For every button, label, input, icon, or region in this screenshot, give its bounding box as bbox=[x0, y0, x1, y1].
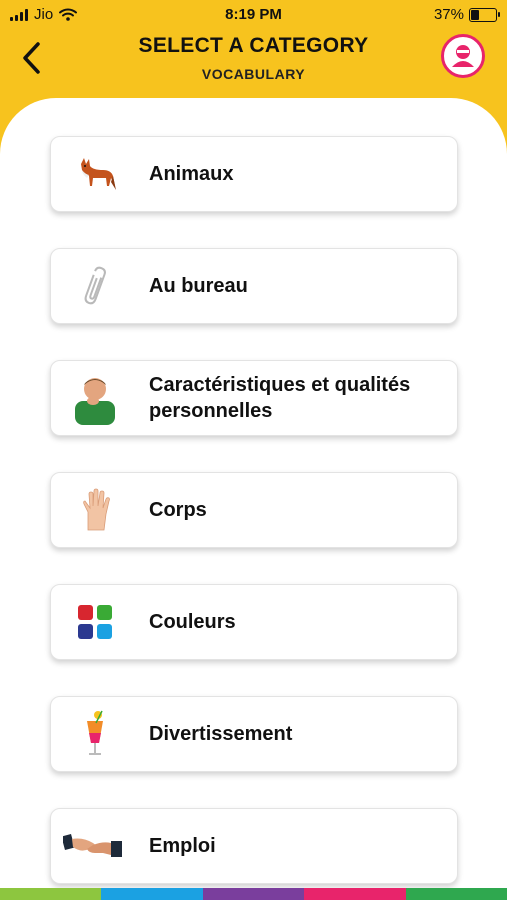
bottom-color-strip bbox=[0, 888, 507, 900]
strip-segment bbox=[0, 888, 102, 900]
status-right: 37% bbox=[433, 6, 500, 23]
category-card-emploi[interactable]: Emploi bbox=[50, 808, 458, 884]
category-label: Couleurs bbox=[149, 611, 236, 633]
category-label: Corps bbox=[149, 499, 207, 521]
paperclip-icon bbox=[71, 263, 119, 309]
strip-segment bbox=[405, 888, 507, 900]
thinking-man-icon bbox=[71, 375, 119, 425]
user-icon bbox=[452, 45, 474, 67]
page-title: SELECT A CATEGORY bbox=[138, 34, 369, 57]
category-label: Animaux bbox=[149, 163, 234, 185]
category-list: Animaux Au bureau Caractéristiques et qu… bbox=[50, 136, 458, 888]
category-label: Caractéristiques et qualités personnelle… bbox=[149, 374, 411, 422]
strip-segment bbox=[304, 888, 406, 900]
category-panel: Animaux Au bureau Caractéristiques et qu… bbox=[0, 98, 507, 888]
color-squares-icon bbox=[71, 599, 119, 645]
category-label: Au bureau bbox=[149, 275, 248, 297]
page-subtitle: VOCABULARY bbox=[201, 66, 306, 82]
category-label: Emploi bbox=[149, 835, 216, 857]
category-card-divertissement[interactable]: Divertissement bbox=[50, 696, 458, 772]
strip-segment bbox=[202, 888, 305, 900]
fox-icon bbox=[71, 151, 119, 197]
battery-percent: 37% bbox=[433, 6, 464, 23]
category-card-couleurs[interactable]: Couleurs bbox=[50, 584, 458, 660]
cocktail-icon bbox=[71, 710, 119, 757]
profile-button[interactable] bbox=[441, 34, 485, 78]
handshake-icon bbox=[63, 823, 123, 869]
category-card-corps[interactable]: Corps bbox=[50, 472, 458, 548]
category-card-animaux[interactable]: Animaux bbox=[50, 136, 458, 212]
header: SELECT A CATEGORY VOCABULARY bbox=[0, 28, 507, 88]
category-card-caracteristiques[interactable]: Caractéristiques et qualités personnelle… bbox=[50, 360, 458, 436]
category-card-au-bureau[interactable]: Au bureau bbox=[50, 248, 458, 324]
status-time: 8:19 PM bbox=[225, 6, 282, 23]
strip-segment bbox=[101, 888, 203, 900]
category-label: Divertissement bbox=[149, 723, 293, 745]
status-bar: Jio 8:19 PM 37% bbox=[0, 0, 507, 30]
hand-icon bbox=[71, 487, 119, 533]
battery-icon bbox=[469, 7, 500, 22]
